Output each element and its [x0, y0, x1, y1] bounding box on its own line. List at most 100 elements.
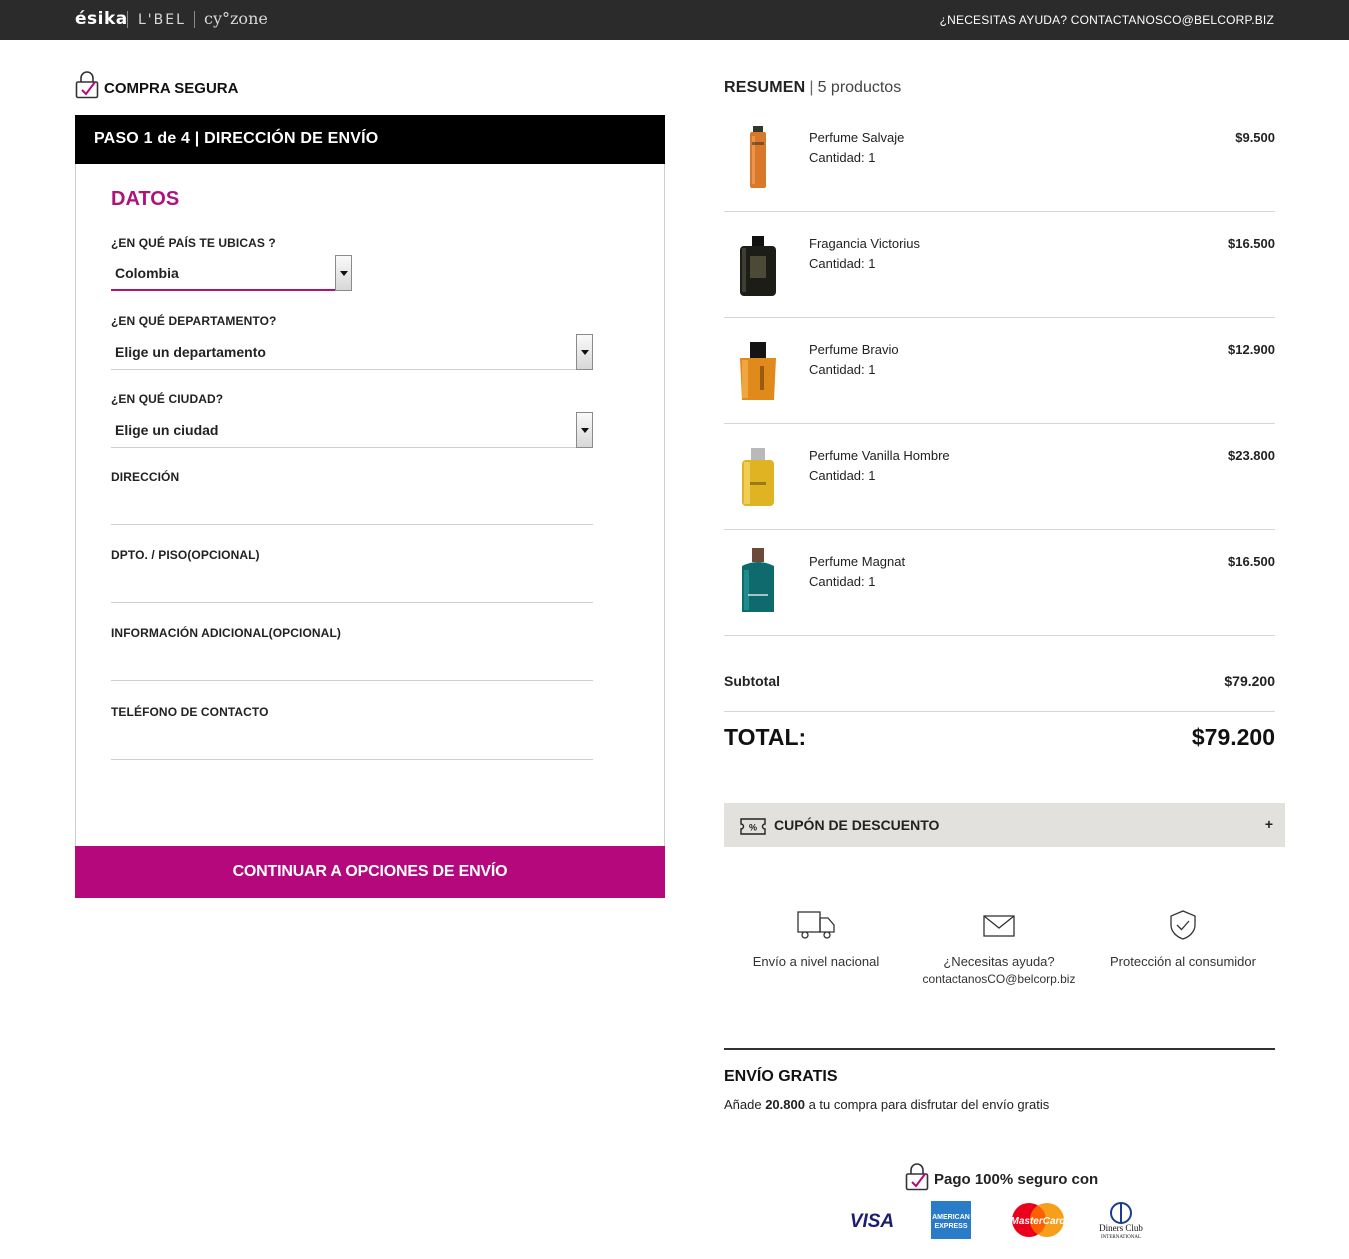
- mastercard-logo: MasterCard: [1010, 1203, 1066, 1237]
- visa-logo: VISA: [850, 1211, 894, 1232]
- brand-esika-logo[interactable]: ésika: [75, 9, 128, 29]
- diners-club-logo: Diners Club INTERNATIONAL: [1099, 1202, 1143, 1240]
- feature-help: ¿Necesitas ayuda? contactanosCO@belcorp.…: [909, 908, 1089, 986]
- product-quantity: Cantidad: 1: [809, 362, 876, 377]
- secure-purchase-heading: COMPRA SEGURA: [75, 70, 238, 100]
- subtotal-row: Subtotal $79.200: [724, 670, 1275, 712]
- coupon-toggle[interactable]: % CUPÓN DE DESCUENTO +: [724, 803, 1285, 847]
- svg-text:MasterCard: MasterCard: [1010, 1216, 1066, 1227]
- city-select-value: Elige un ciudad: [115, 422, 219, 438]
- step-header: PASO 1 de 4 | DIRECCIÓN DE ENVÍO: [75, 115, 665, 164]
- product-name: Perfume Vanilla Hombre: [809, 448, 950, 463]
- product-price: $23.800: [1228, 448, 1275, 463]
- product-image[interactable]: [728, 430, 788, 510]
- additional-info-label: INFORMACIÓN ADICIONAL(OPCIONAL): [111, 626, 341, 640]
- product-quantity: Cantidad: 1: [809, 150, 876, 165]
- product-price: $16.500: [1228, 554, 1275, 569]
- cart-item: Perfume Salvaje Cantidad: 1 $9.500: [724, 106, 1275, 212]
- secure-payment-title: Pago 100% seguro con: [934, 1170, 1099, 1188]
- department-label: ¿EN QUÉ DEPARTAMENTO?: [111, 314, 277, 328]
- truck-icon: [797, 911, 835, 939]
- lock-check-icon: [75, 71, 99, 99]
- continue-to-shipping-button[interactable]: CONTINUAR A OPCIONES DE ENVÍO: [75, 846, 665, 898]
- svg-text:VISA: VISA: [850, 1211, 894, 1232]
- department-select-value: Elige un departamento: [115, 344, 266, 360]
- address-label: DIRECCIÓN: [111, 470, 180, 484]
- brand-divider: [194, 11, 195, 28]
- product-quantity: Cantidad: 1: [809, 468, 876, 483]
- shield-check-icon: [1170, 910, 1196, 940]
- city-select[interactable]: Elige un ciudad: [111, 412, 593, 448]
- subtotal-value: $79.200: [1224, 673, 1275, 689]
- free-shipping-title: ENVÍO GRATIS: [724, 1068, 838, 1085]
- address-input[interactable]: [111, 495, 593, 525]
- total-label: TOTAL:: [724, 724, 807, 750]
- department-select[interactable]: Elige un departamento: [111, 334, 593, 370]
- product-image[interactable]: [728, 218, 788, 298]
- product-quantity: Cantidad: 1: [809, 256, 876, 271]
- feature-title: Protección al consumidor: [1110, 954, 1256, 969]
- product-name: Perfume Magnat: [809, 554, 906, 569]
- form-section-title: DATOS: [111, 188, 180, 210]
- total-row: TOTAL: $79.200: [724, 722, 1275, 758]
- svg-text:AMERICAN: AMERICAN: [932, 1214, 970, 1221]
- free-shipping-amount: 20.800: [765, 1097, 805, 1112]
- summary-product-count: 5 productos: [817, 79, 902, 96]
- product-price: $16.500: [1228, 236, 1275, 251]
- product-price: $12.900: [1228, 342, 1275, 357]
- country-label: ¿EN QUÉ PAÍS TE UBICAS ?: [111, 236, 276, 250]
- free-shipping-prefix: Añade: [724, 1097, 766, 1112]
- total-value: $79.200: [1191, 724, 1275, 750]
- secure-purchase-title: COMPRA SEGURA: [104, 79, 239, 97]
- help-email-link[interactable]: contactanosCO@belcorp.biz: [909, 972, 1089, 986]
- additional-info-input[interactable]: [111, 651, 593, 681]
- free-shipping-suffix: a tu compra para disfrutar del envío gra…: [804, 1097, 1050, 1112]
- floor-input[interactable]: [111, 573, 593, 603]
- summary-heading: RESUMEN | 5 productos: [724, 79, 901, 97]
- feature-national-shipping: Envío a nivel nacional: [726, 908, 906, 972]
- feature-consumer-protection: Protección al consumidor: [1093, 908, 1273, 972]
- country-select[interactable]: Colombia: [111, 255, 352, 291]
- product-name: Perfume Bravio: [809, 342, 899, 357]
- chevron-down-icon[interactable]: [335, 255, 352, 291]
- product-quantity: Cantidad: 1: [809, 574, 876, 589]
- feature-title: ¿Necesitas ayuda?: [943, 954, 1055, 969]
- coupon-icon: %: [740, 818, 766, 835]
- brand-divider: [127, 11, 128, 28]
- coupon-label: CUPÓN DE DESCUENTO: [774, 817, 940, 833]
- product-image[interactable]: [728, 536, 788, 616]
- free-shipping-section: ENVÍO GRATIS Añade 20.800 a tu compra pa…: [724, 1048, 1275, 1112]
- shipping-form: DATOS ¿EN QUÉ PAÍS TE UBICAS ? Colombia …: [75, 164, 665, 898]
- brand-cyzone-logo[interactable]: cy°zone: [204, 9, 268, 28]
- floor-label: DPTO. / PISO(OPCIONAL): [111, 548, 260, 562]
- help-contact-link[interactable]: ¿NECESITAS AYUDA? CONTACTANOSCO@BELCORP.…: [940, 13, 1274, 27]
- chevron-down-icon[interactable]: [576, 334, 593, 370]
- svg-text:%: %: [749, 823, 757, 833]
- svg-text:EXPRESS: EXPRESS: [934, 1223, 967, 1230]
- summary-title: RESUMEN: [724, 79, 806, 96]
- cart-item: Fragancia Victorius Cantidad: 1 $16.500: [724, 212, 1275, 318]
- plus-icon[interactable]: +: [1265, 816, 1273, 832]
- product-image[interactable]: [728, 112, 788, 192]
- brand-lbel-logo[interactable]: L'BEL: [138, 12, 186, 28]
- lock-check-icon: [905, 1163, 929, 1191]
- product-name: Perfume Salvaje: [809, 130, 905, 145]
- svg-text:Diners Club: Diners Club: [1099, 1223, 1143, 1233]
- amex-logo: AMERICAN EXPRESS: [931, 1201, 971, 1239]
- product-image[interactable]: [728, 324, 788, 404]
- cart-item: Perfume Vanilla Hombre Cantidad: 1 $23.8…: [724, 424, 1275, 530]
- phone-label: TELÉFONO DE CONTACTO: [111, 705, 269, 719]
- svg-text:INTERNATIONAL: INTERNATIONAL: [1101, 1235, 1141, 1240]
- mail-icon: [983, 915, 1015, 937]
- product-name: Fragancia Victorius: [809, 236, 921, 251]
- chevron-down-icon[interactable]: [576, 412, 593, 448]
- free-shipping-description: Añade 20.800 a tu compra para disfrutar …: [724, 1097, 1049, 1112]
- feature-title: Envío a nivel nacional: [752, 954, 880, 969]
- summary-divider: |: [809, 79, 814, 96]
- city-label: ¿EN QUÉ CIUDAD?: [111, 392, 224, 406]
- cart-item: Perfume Magnat Cantidad: 1 $16.500: [724, 530, 1275, 636]
- country-select-value: Colombia: [115, 265, 179, 281]
- phone-input[interactable]: [111, 730, 593, 760]
- secure-payment-heading: Pago 100% seguro con: [905, 1163, 1098, 1191]
- top-bar: ésika L'BEL cy°zone ¿NECESITAS AYUDA? CO…: [0, 0, 1349, 40]
